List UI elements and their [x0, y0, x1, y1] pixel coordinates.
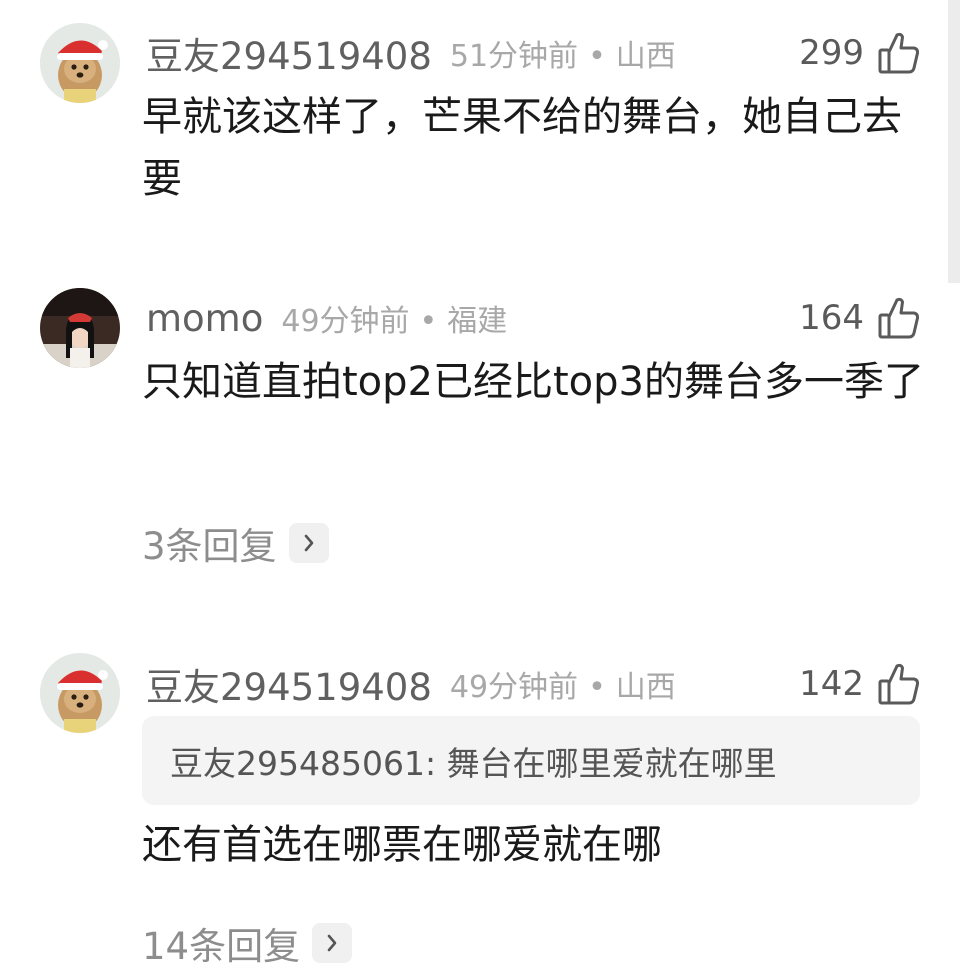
thumbs-up-icon[interactable] [878, 31, 920, 75]
like-count: 142 [799, 664, 864, 704]
chevron-right-icon [312, 923, 353, 963]
like-button[interactable]: 142 [799, 662, 920, 706]
thumbs-up-icon[interactable] [878, 296, 920, 340]
timestamp: 49分钟前 [449, 670, 579, 705]
username[interactable]: 豆友294519408 [146, 657, 432, 711]
meta-separator: • [588, 39, 606, 74]
location: 山西 [615, 39, 676, 74]
comment-text: 只知道直拍top2已经比top3的舞台多一季了 [142, 359, 924, 405]
comment-list-page: 豆友294519408 51分钟前 • 山西 299 早就该这样了，芒果不给的舞台，… [0, 0, 960, 977]
avatar[interactable] [40, 23, 120, 103]
quoted-reply[interactable]: 豆友295485061: 舞台在哪里爱就在哪里 [142, 716, 920, 805]
comment-header: 豆友294519408 49分钟前 • 山西 142 [146, 654, 920, 714]
avatar[interactable] [40, 288, 120, 368]
reply-count: 14条回复 [142, 925, 301, 968]
comment-meta: 51分钟前 • 山西 [450, 31, 676, 75]
view-replies-button[interactable]: 3条回复 [142, 515, 329, 571]
like-count: 164 [799, 298, 864, 338]
comment-header: 豆友294519408 51分钟前 • 山西 299 [146, 23, 920, 83]
comment-text: 早就该这样了，芒果不给的舞台，她自己去要 [142, 94, 902, 202]
like-button[interactable]: 164 [799, 296, 920, 340]
meta-separator: • [588, 670, 606, 705]
username[interactable]: momo [146, 297, 263, 340]
dog-santa-hat-avatar-icon [40, 653, 120, 733]
dog-santa-hat-avatar-icon [40, 23, 120, 103]
location: 福建 [447, 304, 508, 339]
chevron-right-icon [288, 523, 329, 563]
reply-count: 3条回复 [142, 525, 277, 568]
girl-photo-avatar-icon [40, 288, 120, 368]
avatar[interactable] [40, 653, 120, 733]
timestamp: 51分钟前 [449, 39, 579, 74]
comment-header: momo 49分钟前 • 福建 164 [146, 288, 920, 348]
scrollbar[interactable] [948, 0, 960, 283]
username[interactable]: 豆友294519408 [146, 26, 432, 80]
comment-text: 还有首选在哪票在哪爱就在哪 [142, 822, 662, 868]
timestamp: 49分钟前 [281, 304, 410, 339]
view-replies-button[interactable]: 14条回复 [142, 915, 353, 971]
location: 山西 [615, 670, 676, 705]
meta-separator: • [419, 304, 438, 339]
like-count: 299 [799, 33, 864, 73]
comment-meta: 49分钟前 • 山西 [450, 662, 676, 706]
thumbs-up-icon[interactable] [878, 662, 920, 706]
comment-meta: 49分钟前 • 福建 [281, 296, 507, 340]
like-button[interactable]: 299 [799, 31, 920, 75]
